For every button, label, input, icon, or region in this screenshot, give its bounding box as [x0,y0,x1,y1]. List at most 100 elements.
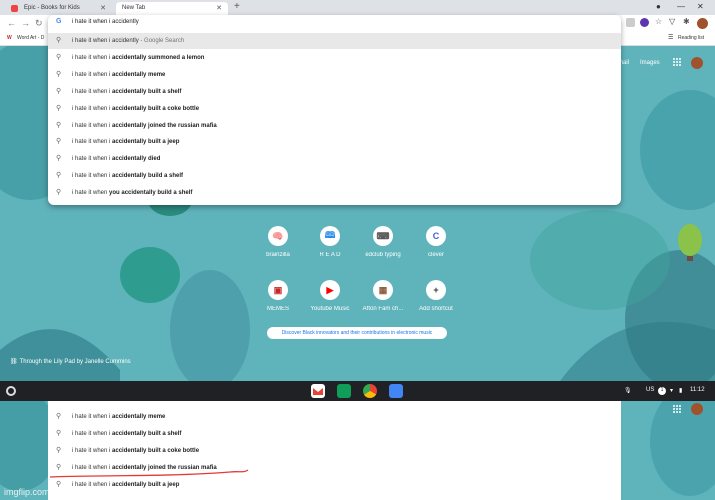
tab-new-tab[interactable]: New Tab ✕ [116,2,228,15]
search-icon: ⚲ [56,37,62,44]
launcher-button[interactable] [6,386,16,396]
docs-app-icon[interactable] [389,384,403,398]
close-window-icon[interactable]: ✕ [697,2,704,11]
extension-icon[interactable] [626,18,635,27]
zoomed-suggestion-list: ⚲ i hate it when i accidentally meme ⚲ i ha… [48,401,621,500]
back-icon[interactable]: ← [7,18,16,28]
shortcut-tile[interactable]: 🧠 brainzilla [248,226,308,258]
brain-icon: 🧠 [268,226,288,246]
suggestion-item[interactable]: ⚲ i hate it when i accidentally meme [48,67,621,83]
suggestion-prefix: i hate it when i accidently [72,38,139,44]
credit-text: Through the Lily Pad by Janelle Cummins [19,359,131,365]
suggestion-item[interactable]: ⚲ i hate it when i accidently - Google Se… [48,33,621,49]
minimize-icon[interactable]: — [677,2,685,11]
google-g-icon: G [56,18,62,25]
apps-grid-icon[interactable] [673,405,682,414]
search-icon: ⚲ [56,121,62,129]
suggestion-completion: accidentally summoned a lemon [112,54,205,61]
notification-count[interactable]: 1 [658,387,666,395]
shortcut-tile[interactable]: ▣ MEMES [248,280,308,312]
shortcut-tile[interactable]: Cclever [406,226,466,258]
suggestion-prefix: i hate it when i [72,173,113,180]
suggestion-item[interactable]: ⚲ i hate it when i accidentally joined th… [48,118,621,134]
search-icon: ⚲ [56,189,62,197]
profile-avatar[interactable] [697,18,708,29]
suggestion-item[interactable]: ⚲ i hate it when i accidentally built a c… [48,101,621,117]
classroom-app-icon[interactable] [337,384,351,398]
suggestion-item[interactable]: ⚲ i hate it when i accidentally summoned … [48,50,621,66]
tab-epic[interactable]: Epic - Books for Kids ✕ [4,2,112,15]
puzzle-icon[interactable]: ✱ [683,17,692,26]
shortcut-label: Afton Fam ch... [362,306,404,312]
input-method[interactable]: US [646,387,654,393]
omnibox-dropdown: G i hate it when i accidently ⚲ i hate it… [48,15,621,205]
shortcut-tile[interactable]: ⌨ edclub typing [353,226,413,258]
search-icon: ⚲ [56,70,62,78]
shortcut-label: R E A D [319,252,341,258]
shortcut-tile[interactable]: + Add shortcut [406,280,466,312]
chromeos-shelf: 🎙 US 1 ▾ ▮ 11:12 [0,381,715,401]
omnibox-input[interactable]: G i hate it when i accidently [48,15,621,33]
mic-icon[interactable]: 🎙 [624,387,632,394]
shortcut-tile[interactable]: ▶ Youtube Music [300,280,360,312]
suggestion-prefix: i hate it when i [72,122,113,129]
search-icon: ⚲ [56,87,62,95]
google-account-avatar[interactable] [691,403,703,415]
suggestion-completion: accidentally died [112,156,161,163]
suggestion-item[interactable]: ⚲ i hate it when i accidentally built a j… [48,134,621,150]
suggestion-completion: accidentally build a shelf [112,173,184,180]
clever-icon: C [426,226,446,246]
apps-grid-icon[interactable] [673,58,682,67]
suggestion-prefix: i hate it when i [72,54,113,61]
shortcut-tile[interactable]: ▦ Afton Fam ch... [353,280,413,312]
battery-icon[interactable]: ▮ [679,387,682,394]
search-icon: ⚲ [56,104,62,112]
reload-icon[interactable]: ↻ [35,18,43,29]
close-icon[interactable]: ✕ [216,4,222,12]
suggestion-item[interactable]: ⚲ i hate it when i accidentally died [48,151,621,167]
suggestion-completion: accidentally built a shelf [112,88,182,95]
suggestion-prefix: i hate it when i [72,139,113,146]
imgflip-watermark: imgflip.com [4,487,50,497]
search-icon: ⚲ [56,155,62,163]
edclub-icon: ⌨ [373,226,393,246]
forward-icon[interactable]: → [21,18,30,28]
shortcut-label: edclub typing [365,252,401,258]
clock[interactable]: 11:12 [690,387,705,393]
suggestion-completion: accidentally built a jeep [112,139,180,146]
wifi-icon[interactable]: ▾ [670,387,673,394]
tab-title: New Tab [122,5,146,11]
omnibox-query: i hate it when i accidently [72,19,139,25]
suggestion-item[interactable]: ⚲ i hate it when i accidentally built a s… [48,84,621,100]
suggestion-item[interactable]: ⚲ i hate it when you accidentally build a… [48,185,621,201]
record-icon[interactable]: ● [656,2,661,11]
suggestion-item[interactable]: ⚲ i hate it when i accidentally build a s… [48,168,621,184]
wallpaper-credit[interactable]: ⛓ Through the Lily Pad by Janelle Cummins [10,358,131,365]
extension-icon[interactable] [640,18,649,27]
suggestion-completion: you accidentally build a shelf [109,190,193,197]
images-link[interactable]: Images [640,60,660,66]
shortcut-label: Youtube Music [310,306,350,312]
bookmark-word-art[interactable]: Word Art - D [17,35,44,41]
suggestion-prefix: i hate it when i [72,105,113,112]
suggestion-completion: accidentally joined the russian mafia [112,122,217,129]
google-account-avatar[interactable] [691,57,703,69]
close-icon[interactable]: ✕ [100,4,106,12]
gmail-app-icon[interactable] [311,384,325,398]
reading-list-button[interactable]: Reading list [678,35,704,41]
shield-icon[interactable]: ▽ [669,17,678,26]
tab-strip: Epic - Books for Kids ✕ New Tab ✕ + ● — … [0,0,715,15]
chrome-app-icon[interactable] [363,384,377,398]
doodle-banner[interactable]: Discover Black innovators and their cont… [267,327,447,339]
shortcut-label: Add shortcut [419,306,453,312]
shortcut-tile[interactable]: 🕮 R E A D [300,226,360,258]
word-art-favicon-icon: W [7,35,12,41]
bookmark-star-icon[interactable]: ☆ [655,17,664,26]
tab-title: Epic - Books for Kids [24,5,80,11]
red-underline-annotation [49,469,249,478]
search-icon: ⚲ [56,172,62,180]
read-icon: 🕮 [320,226,340,246]
afton-icon: ▦ [373,280,393,300]
new-tab-button[interactable]: + [234,1,240,12]
suggestion-prefix: i hate it when i [72,156,113,163]
